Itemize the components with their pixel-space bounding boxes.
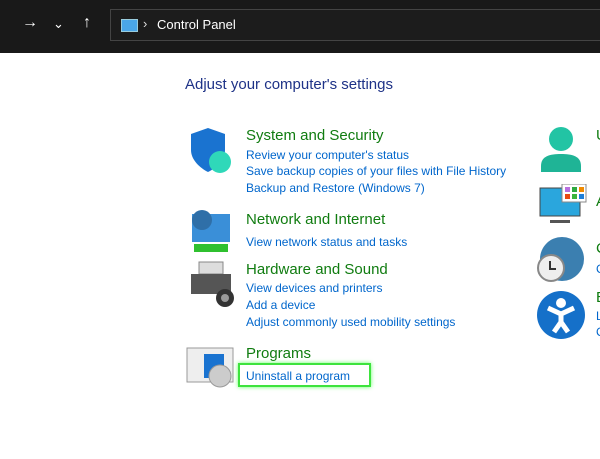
appearance-icon	[539, 184, 587, 223]
network-icon	[192, 210, 230, 252]
programs-icon	[186, 347, 234, 388]
user-accounts-icon	[541, 127, 581, 172]
category-ease-of-access[interactable]: E	[596, 289, 600, 306]
link-uninstall-program[interactable]: Uninstall a program	[246, 369, 350, 383]
title-bar: → ⌄ ↑ › Control Panel	[0, 0, 600, 53]
category-system-security[interactable]: System and Security	[246, 127, 384, 144]
printer-icon	[191, 261, 234, 307]
shield-icon	[191, 128, 231, 173]
accessibility-icon	[537, 291, 585, 339]
link-file-history[interactable]: Save backup copies of your files with Fi…	[246, 164, 506, 178]
link-backup-restore[interactable]: Backup and Restore (Windows 7)	[246, 181, 425, 195]
category-network-internet[interactable]: Network and Internet	[246, 211, 385, 228]
category-programs[interactable]: Programs	[246, 345, 311, 362]
link-devices-printers[interactable]: View devices and printers	[246, 281, 383, 295]
link-ease-2[interactable]: C	[596, 325, 600, 339]
address-bar[interactable]: › Control Panel	[110, 9, 600, 41]
link-clock[interactable]: C	[596, 262, 600, 276]
page-title: Adjust your computer's settings	[185, 76, 393, 93]
category-appearance[interactable]: A	[596, 193, 600, 210]
category-user-accounts[interactable]: U	[596, 127, 600, 144]
up-button[interactable]: ↑	[83, 14, 91, 32]
recent-locations-button[interactable]: ⌄	[53, 16, 64, 32]
link-review-status[interactable]: Review your computer's status	[246, 148, 409, 162]
category-clock-region[interactable]: C	[596, 240, 600, 257]
breadcrumb-chevron[interactable]: ›	[143, 16, 147, 31]
clock-region-icon	[537, 237, 584, 282]
link-add-device[interactable]: Add a device	[246, 298, 315, 312]
link-network-status[interactable]: View network status and tasks	[246, 235, 407, 249]
breadcrumb-control-panel[interactable]: Control Panel	[157, 17, 236, 32]
category-hardware-sound[interactable]: Hardware and Sound	[246, 261, 388, 278]
control-panel-icon	[121, 19, 138, 32]
link-ease-1[interactable]: L	[596, 309, 600, 323]
link-mobility-settings[interactable]: Adjust commonly used mobility settings	[246, 315, 455, 329]
forward-button[interactable]: →	[22, 14, 38, 32]
